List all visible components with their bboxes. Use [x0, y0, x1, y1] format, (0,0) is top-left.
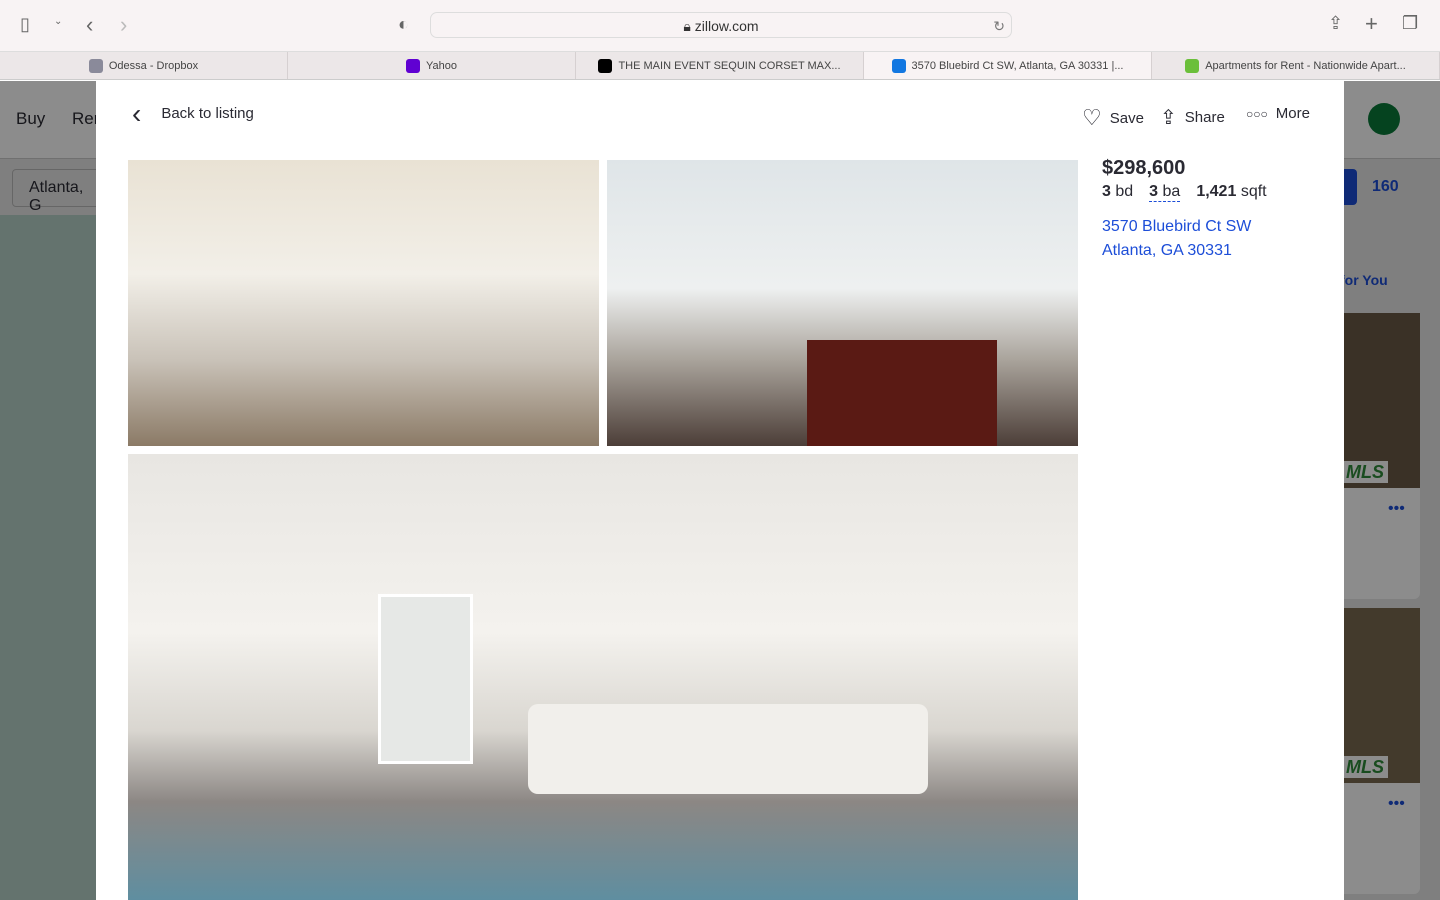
tab-bar: Odessa - Dropbox Yahoo THE MAIN EVENT SEQU… — [0, 52, 1440, 80]
chevron-left-icon: ‹ — [132, 97, 142, 129]
new-tab-icon[interactable]: + — [1365, 11, 1378, 37]
sidebar-icon[interactable]: ▯ — [20, 14, 30, 35]
browser-tab[interactable]: Yahoo — [288, 52, 576, 79]
favicon-icon — [88, 58, 103, 73]
reload-icon[interactable]: ↻ — [993, 13, 1005, 39]
listing-photo-dining[interactable] — [607, 160, 1078, 446]
share-button[interactable]: ⇪ Share — [1160, 105, 1225, 130]
browser-toolbar: ▯ ⌄ ‹ › ◐ 🔒︎ zillow.com ↻ ⇪ + ❐ — [0, 0, 1440, 52]
tabs-overview-icon[interactable]: ❐ — [1402, 13, 1418, 34]
lock-icon: 🔒︎ — [683, 18, 695, 34]
back-to-listing-button[interactable]: ‹ Back to listing — [132, 97, 254, 129]
more-button[interactable]: ○○○ More — [1246, 105, 1310, 122]
favicon-icon — [1185, 58, 1200, 73]
baths-tooltip[interactable]: 3 ba — [1149, 183, 1181, 202]
favicon-icon — [598, 58, 613, 73]
more-icon: ○○○ — [1246, 106, 1268, 121]
browser-tab[interactable]: THE MAIN EVENT SEQUIN CORSET MAX... — [576, 52, 864, 79]
listing-photo-kitchen[interactable] — [128, 160, 599, 446]
listing-facts: 3 bd 3 ba 1,421 sqft — [1102, 183, 1267, 202]
browser-tab[interactable]: 3570 Bluebird Ct SW, Atlanta, GA 30331 |… — [864, 52, 1152, 79]
favicon-icon — [406, 58, 420, 73]
listing-photo-living-room[interactable] — [128, 454, 1078, 900]
share-icon[interactable]: ⇪ — [1328, 13, 1343, 34]
address-bar[interactable]: 🔒︎ zillow.com ↻ — [430, 12, 1012, 38]
chevron-down-icon[interactable]: ⌄ — [54, 16, 62, 27]
shield-icon[interactable]: ◐ — [398, 14, 409, 35]
photo-modal: ‹ Back to listing ♡ Save ⇪ Share ○○○ More $… — [96, 81, 1344, 900]
browser-tab[interactable]: Odessa - Dropbox — [0, 52, 288, 79]
forward-icon[interactable]: › — [120, 12, 127, 38]
listing-address[interactable]: 3570 Bluebird Ct SW Atlanta, GA 30331 — [1102, 215, 1251, 263]
share-icon: ⇪ — [1160, 107, 1177, 129]
favicon-icon — [891, 58, 906, 73]
save-button[interactable]: ♡ Save — [1082, 105, 1144, 131]
listing-price: $298,600 — [1102, 157, 1186, 179]
browser-tab[interactable]: Apartments for Rent - Nationwide Apart..… — [1152, 52, 1440, 79]
heart-icon: ♡ — [1082, 105, 1102, 130]
back-icon[interactable]: ‹ — [86, 12, 93, 38]
